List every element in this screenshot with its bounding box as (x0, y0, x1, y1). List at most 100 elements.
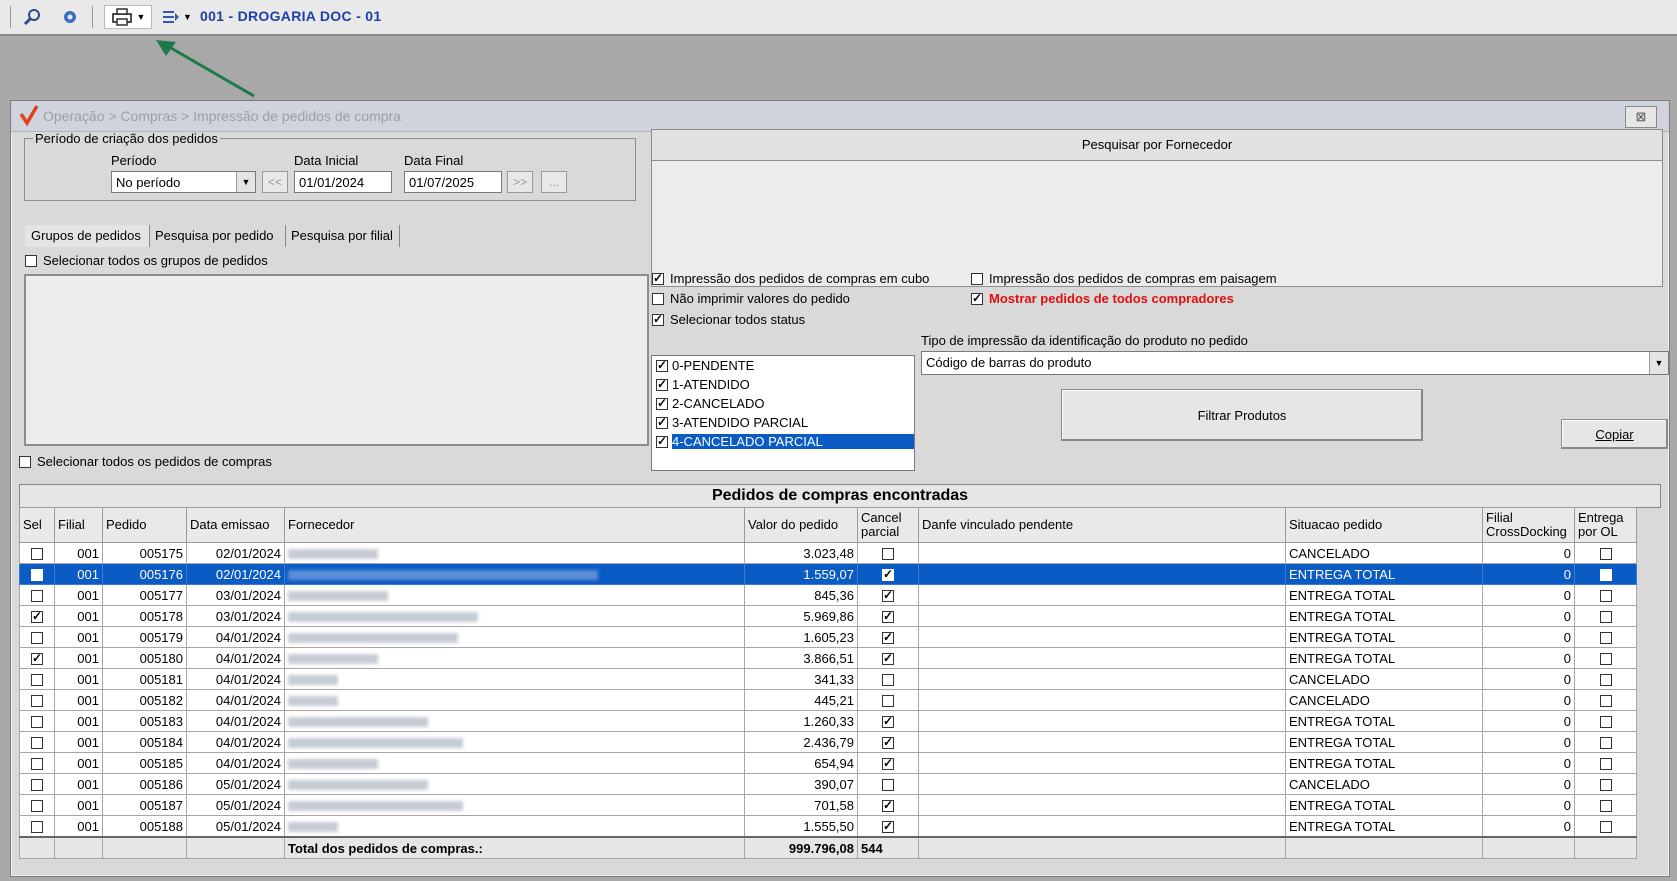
checkbox[interactable] (1599, 653, 1612, 666)
delivery-ol-cell[interactable] (1574, 731, 1637, 753)
table-row[interactable]: 001 005186 05/01/2024 390,07 CANCELADO 0 (19, 773, 1637, 795)
landscape-print-checkbox[interactable]: Impressão dos pedidos de compras em pais… (971, 271, 1277, 286)
delivery-ol-cell[interactable] (1574, 605, 1637, 627)
partial-cancel-cell[interactable] (857, 794, 919, 816)
checkbox[interactable] (971, 291, 983, 305)
checkbox[interactable] (1599, 569, 1612, 582)
select-cell[interactable] (19, 563, 55, 585)
chevron-down-icon[interactable]: ▼ (183, 12, 192, 22)
chevron-down-icon[interactable]: ▼ (236, 172, 255, 192)
chevron-down-icon[interactable]: ▼ (1649, 352, 1668, 374)
table-row[interactable]: 00100518404/01/2024 2.436,79 ENTREGA TOTAL… (19, 731, 1637, 753)
select-cell[interactable] (19, 794, 55, 816)
delivery-ol-cell[interactable] (1574, 815, 1637, 838)
checkbox[interactable] (882, 798, 894, 813)
table-row[interactable]: 00100518805/01/2024 1.555,50 ENTREGA TOTAL… (19, 815, 1637, 838)
checkbox[interactable] (31, 651, 43, 666)
checkbox[interactable] (882, 651, 894, 666)
checkbox[interactable] (652, 312, 664, 326)
tab-order-groups[interactable]: Grupos de pedidos (25, 225, 150, 247)
checkbox[interactable] (31, 609, 43, 624)
select-cell[interactable] (19, 731, 55, 753)
delivery-ol-cell[interactable] (1574, 710, 1637, 732)
select-cell[interactable] (19, 773, 55, 795)
checkbox[interactable] (971, 272, 983, 285)
no-values-checkbox[interactable]: Não imprimir valores do pedido (652, 291, 850, 306)
status-list[interactable]: 0-PENDENTE 1-ATENDIDO 2-CANCELADO 3-ATEN… (651, 355, 915, 471)
select-cell[interactable] (19, 584, 55, 606)
checkbox[interactable] (882, 695, 894, 708)
settings-icon[interactable] (58, 5, 82, 29)
close-button[interactable]: ⊠ (1625, 106, 1657, 128)
checkbox[interactable] (882, 630, 894, 645)
table-row[interactable]: 001 005175 02/01/2024 3.023,48 CANCELADO 0 (19, 542, 1637, 564)
checkbox[interactable] (1599, 779, 1612, 792)
checkbox[interactable] (31, 674, 43, 687)
table-row[interactable]: 00100517904/01/2024 1.605,23 ENTREGA TOTAL… (19, 626, 1637, 648)
checkbox[interactable] (1599, 716, 1612, 729)
delivery-ol-cell[interactable] (1574, 794, 1637, 816)
search-icon[interactable] (20, 5, 44, 29)
checkbox[interactable] (882, 819, 894, 834)
column-header-danfe[interactable]: Danfe vinculado pendente (918, 507, 1286, 543)
select-cell[interactable] (19, 815, 55, 838)
delivery-ol-cell[interactable] (1574, 668, 1637, 690)
partial-cancel-cell[interactable] (857, 563, 919, 585)
checkbox[interactable] (882, 756, 894, 771)
checkbox[interactable] (31, 695, 43, 708)
supplier-search-header[interactable]: Pesquisar por Fornecedor (651, 129, 1663, 161)
copy-button[interactable]: Copiar (1561, 419, 1668, 449)
checkbox[interactable] (882, 567, 894, 582)
delivery-ol-cell[interactable] (1574, 752, 1637, 774)
checkbox[interactable] (1599, 632, 1612, 645)
column-header-value[interactable]: Valor do pedido (744, 507, 858, 543)
checkbox[interactable] (1599, 548, 1612, 561)
checkbox[interactable] (882, 735, 894, 750)
checkbox[interactable] (1599, 821, 1612, 834)
delivery-ol-cell[interactable] (1574, 584, 1637, 606)
column-header-crossdocking[interactable]: Filial CrossDocking (1482, 507, 1575, 543)
checkbox[interactable] (656, 396, 668, 410)
checkbox[interactable] (1599, 758, 1612, 771)
select-cell[interactable] (19, 668, 55, 690)
checkbox[interactable] (1599, 674, 1612, 687)
partial-cancel-cell[interactable] (857, 647, 919, 669)
checkbox[interactable] (882, 588, 894, 603)
all-buyers-checkbox[interactable]: Mostrar pedidos de todos compradores (971, 291, 1234, 306)
checkbox[interactable] (1599, 590, 1612, 603)
checkbox[interactable] (882, 548, 894, 561)
partial-cancel-cell[interactable] (857, 731, 919, 753)
checkbox[interactable] (31, 590, 43, 603)
checkbox[interactable] (31, 737, 43, 750)
column-header-pedido[interactable]: Pedido (102, 507, 187, 543)
status-item[interactable]: 0-PENDENTE (652, 356, 914, 375)
checkbox[interactable] (31, 716, 43, 729)
table-row[interactable]: 00100517803/01/2024 5.969,86 ENTREGA TOTAL… (19, 605, 1637, 627)
select-cell[interactable] (19, 710, 55, 732)
checkbox[interactable] (31, 569, 43, 582)
select-cell[interactable] (19, 689, 55, 711)
partial-cancel-cell[interactable] (857, 626, 919, 648)
checkbox[interactable] (882, 609, 894, 624)
tab-search-by-branch[interactable]: Pesquisa por filial (285, 225, 400, 247)
checkbox[interactable] (31, 758, 43, 771)
column-header-sel[interactable]: Sel (19, 507, 55, 543)
partial-cancel-cell[interactable] (857, 542, 919, 564)
delivery-ol-cell[interactable] (1574, 773, 1637, 795)
select-cell[interactable] (19, 542, 55, 564)
column-header-delivery-ol[interactable]: Entrega por OL (1574, 507, 1637, 543)
column-header-supplier[interactable]: Fornecedor (284, 507, 745, 543)
end-date-input[interactable]: 01/07/2025 (404, 171, 502, 193)
table-row[interactable]: 00100518705/01/2024 701,58 ENTREGA TOTAL0 (19, 794, 1637, 816)
delivery-ol-cell[interactable] (1574, 647, 1637, 669)
table-row[interactable]: 00100518004/01/2024 3.866,51 ENTREGA TOTAL… (19, 647, 1637, 669)
supplier-search-area[interactable] (651, 160, 1663, 287)
select-cell[interactable] (19, 626, 55, 648)
table-row[interactable]: 00100518304/01/2024 1.260,33 ENTREGA TOTAL… (19, 710, 1637, 732)
checkbox[interactable] (882, 714, 894, 729)
partial-cancel-cell[interactable] (857, 752, 919, 774)
cube-print-checkbox[interactable]: Impressão dos pedidos de compras em cubo (652, 271, 929, 286)
checkbox[interactable] (1599, 695, 1612, 708)
partial-cancel-cell[interactable] (857, 689, 919, 711)
order-groups-list[interactable] (24, 274, 649, 446)
